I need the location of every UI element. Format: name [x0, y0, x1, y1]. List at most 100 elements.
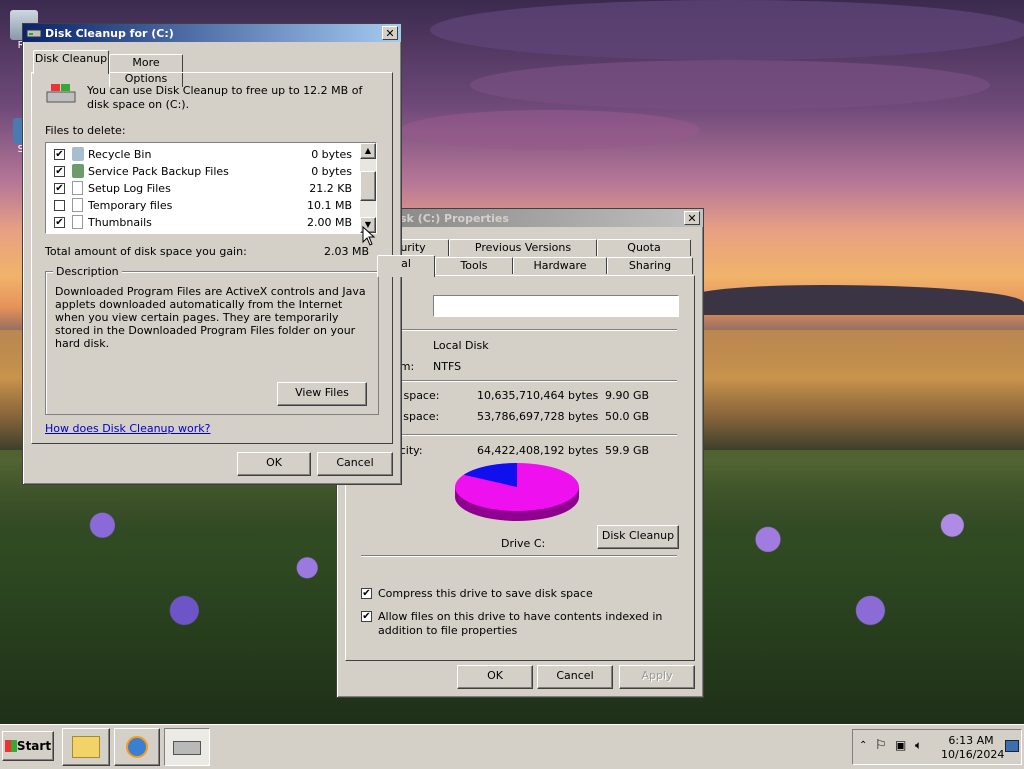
index-label: Allow files on this drive to have conten…: [378, 610, 663, 637]
button-label: Cancel: [556, 669, 594, 682]
window-title: sk (C:) Properties: [400, 211, 509, 225]
tab-previous-versions[interactable]: Previous Versions: [449, 239, 597, 256]
tab-general[interactable]: al: [377, 255, 435, 277]
description-text: Downloaded Program Files are ActiveX con…: [55, 285, 366, 350]
volume-label-input[interactable]: [433, 295, 679, 317]
compress-label: Compress this drive to save disk space: [378, 587, 593, 600]
list-scrollbar[interactable]: ▲ ▼: [360, 143, 376, 233]
capacity-bytes: 64,422,408,192 bytes: [477, 444, 599, 457]
button-label: Disk Cleanup: [601, 529, 675, 542]
windows-logo-icon: [45, 82, 79, 111]
apply-button[interactable]: Apply: [619, 665, 695, 689]
file-size: 10.1 MB: [306, 199, 352, 212]
ok-button[interactable]: OK: [457, 665, 533, 689]
tab-label: al: [401, 257, 411, 270]
system-tray: ⌃ ⚐ ▣ 🔈︎ 6:13 AM 10/16/2024: [852, 729, 1022, 765]
check-mark-icon: ✔: [362, 611, 371, 622]
tab-sharing[interactable]: Sharing: [607, 257, 693, 274]
ok-button[interactable]: OK: [237, 452, 311, 476]
show-hidden-icons-icon[interactable]: ⌃: [859, 740, 867, 751]
files-to-delete-label: Files to delete:: [45, 124, 126, 137]
tab-label: Hardware: [533, 259, 587, 272]
drive-icon: [26, 26, 42, 40]
temporary-files-checkbox[interactable]: [54, 200, 65, 211]
button-label: View Files: [295, 386, 349, 399]
list-item[interactable]: ✔ Thumbnails 2.00 MB: [46, 214, 356, 231]
tab-label: Quota: [627, 241, 661, 254]
thumbnails-checkbox[interactable]: ✔: [54, 217, 65, 228]
taskbar-explorer-button[interactable]: [62, 728, 110, 766]
service-pack-icon: [72, 164, 84, 178]
file-name: Setup Log Files: [88, 182, 171, 195]
list-item[interactable]: ✔ Recycle Bin 0 bytes: [46, 146, 356, 163]
total-gain-label: Total amount of disk space you gain:: [45, 245, 247, 258]
total-gain-value: 2.03 MB: [323, 245, 369, 258]
compress-checkbox[interactable]: ✔: [361, 588, 372, 599]
tab-disk-cleanup[interactable]: Disk Cleanup: [33, 50, 109, 74]
taskbar-media-player-button[interactable]: [114, 728, 160, 766]
file-name: Temporary files: [88, 199, 173, 212]
recycle-bin-checkbox[interactable]: ✔: [54, 149, 65, 160]
intro-text: You can use Disk Cleanup to free up to 1…: [87, 84, 363, 111]
document-icon: [72, 181, 83, 195]
type-value: Local Disk: [433, 339, 489, 352]
start-button[interactable]: Start: [2, 731, 54, 761]
disk-cleanup-window: Disk Cleanup for (C:) ✕ Disk Cleanup Mor…: [22, 23, 402, 485]
index-checkbox[interactable]: ✔: [361, 611, 372, 622]
view-files-button[interactable]: View Files: [277, 382, 367, 406]
tab-label: Sharing: [628, 259, 672, 272]
free-space-gb: 50.0 GB: [605, 410, 650, 423]
tab-tools[interactable]: Tools: [435, 257, 513, 274]
setup-log-checkbox[interactable]: ✔: [54, 183, 65, 194]
check-mark-icon: ✔: [55, 217, 64, 228]
network-icon[interactable]: ▣: [895, 738, 906, 752]
tab-quota[interactable]: Quota: [597, 239, 691, 256]
disk-cleanup-titlebar[interactable]: Disk Cleanup for (C:) ✕: [23, 24, 401, 42]
disk-usage-pie: [455, 463, 579, 521]
disk-cleanup-icon: [173, 741, 201, 755]
disk-cleanup-button[interactable]: Disk Cleanup: [597, 525, 679, 549]
document-icon: [72, 215, 83, 229]
media-player-icon: [126, 736, 148, 758]
close-button[interactable]: ✕: [684, 211, 700, 225]
recycle-bin-icon: [72, 147, 84, 161]
drive-label: Drive C:: [501, 537, 546, 550]
file-name: Service Pack Backup Files: [88, 165, 229, 178]
description-heading: Description: [53, 265, 122, 278]
tab-hardware[interactable]: Hardware: [513, 257, 607, 274]
file-size: 21.2 KB: [309, 182, 352, 195]
cancel-button[interactable]: Cancel: [537, 665, 613, 689]
action-center-flag-icon[interactable]: ⚐: [875, 738, 887, 753]
help-link[interactable]: How does Disk Cleanup work?: [45, 422, 210, 435]
scroll-up-button[interactable]: ▲: [360, 143, 376, 159]
tab-label: Disk Cleanup: [34, 52, 108, 65]
window-title: Disk Cleanup for (C:): [45, 26, 174, 40]
check-mark-icon: ✔: [55, 183, 64, 194]
clock-date[interactable]: 10/16/2024: [941, 748, 1004, 761]
list-item[interactable]: ✔ Setup Log Files 21.2 KB: [46, 180, 356, 197]
service-pack-checkbox[interactable]: ✔: [54, 166, 65, 177]
tab-label: Previous Versions: [474, 241, 572, 254]
used-space-gb: 9.90 GB: [605, 389, 650, 402]
taskbar: Start ⌃ ⚐ ▣ 🔈︎ 6:13 AM 10/16/2024: [0, 724, 1024, 769]
clock-time[interactable]: 6:13 AM: [941, 734, 1001, 747]
cancel-button[interactable]: Cancel: [317, 452, 393, 476]
close-button[interactable]: ✕: [382, 26, 398, 40]
scroll-thumb[interactable]: [360, 171, 376, 201]
taskbar-disk-cleanup-button[interactable]: [164, 728, 210, 766]
filesystem-value: NTFS: [433, 360, 462, 373]
button-label: OK: [266, 456, 282, 469]
button-label: OK: [487, 669, 503, 682]
volume-icon[interactable]: 🔈︎: [915, 738, 922, 753]
check-mark-icon: ✔: [55, 149, 64, 160]
start-label: Start: [16, 739, 52, 753]
button-label: Apply: [641, 669, 673, 682]
list-item[interactable]: ✔ Service Pack Backup Files 0 bytes: [46, 163, 356, 180]
file-name: Thumbnails: [88, 216, 152, 229]
tab-label: urity: [400, 241, 426, 254]
button-label: Cancel: [336, 456, 374, 469]
capacity-gb: 59.9 GB: [605, 444, 650, 457]
tab-label: Tools: [460, 259, 488, 272]
list-item[interactable]: Temporary files 10.1 MB: [46, 197, 356, 214]
show-desktop-icon[interactable]: [1005, 740, 1019, 752]
